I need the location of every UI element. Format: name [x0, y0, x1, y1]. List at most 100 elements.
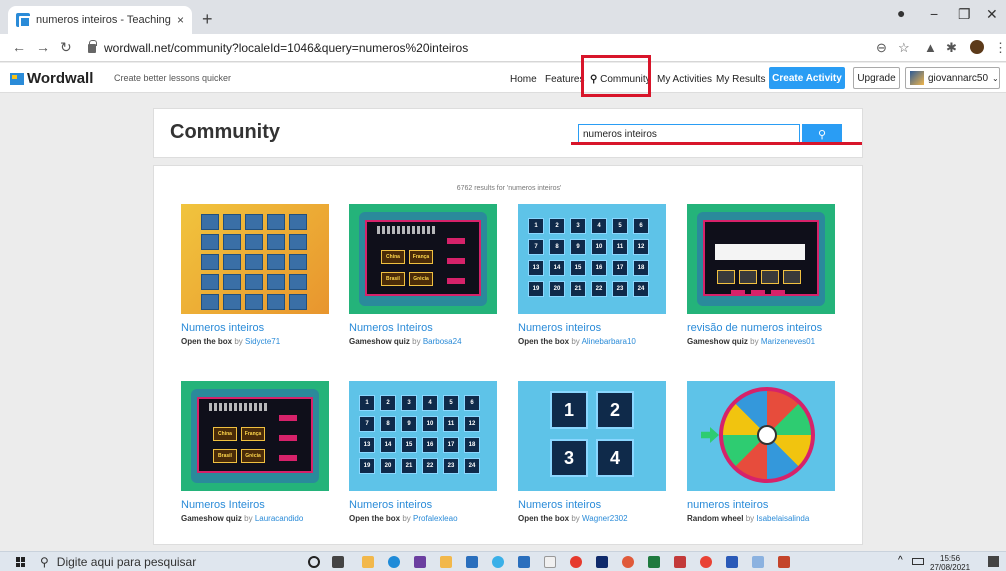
activity-card[interactable]: revisão de numeros inteiros Gameshow qui…	[687, 204, 837, 346]
number-box: 3	[570, 218, 586, 234]
paint-icon[interactable]	[492, 556, 504, 568]
notepad-icon[interactable]	[544, 556, 556, 568]
nav-features[interactable]: Features	[545, 74, 584, 85]
card-title[interactable]: numeros inteiros	[687, 499, 837, 511]
open-the-box-thumbnail[interactable]	[181, 204, 329, 314]
activity-card[interactable]: 1 2 3 4 5 6 7 8 9 10 11 12 13 14 15 16 17 18 19 20 21 22 23 24 …	[518, 204, 668, 346]
tray-chevron-up-icon[interactable]: ^	[898, 555, 903, 566]
chrome-icon[interactable]	[700, 556, 712, 568]
box-number: 2	[596, 391, 634, 429]
activity-type: Gameshow quiz	[181, 514, 242, 523]
random-wheel-thumbnail[interactable]	[687, 381, 835, 491]
activity-card[interactable]: 1 2 3 4 Numeros inteiros Open the box by…	[518, 381, 668, 523]
app-icon[interactable]	[622, 556, 634, 568]
card-title[interactable]: Numeros Inteiros	[181, 499, 331, 511]
chrome-profile-icon[interactable]: ●	[897, 5, 905, 21]
activity-card[interactable]: Numeros inteiros Open the box by Sidycte…	[181, 204, 331, 346]
opera-icon[interactable]	[570, 556, 582, 568]
sticky-notes-icon[interactable]	[440, 556, 452, 568]
powerpoint-icon[interactable]	[778, 556, 790, 568]
card-title[interactable]: Numeros inteiros	[349, 499, 499, 511]
mail-icon[interactable]	[466, 556, 478, 568]
app-icon[interactable]	[518, 556, 530, 568]
card-title[interactable]: Numeros Inteiros	[349, 322, 499, 334]
open-the-box-thumbnail[interactable]: 1 2 3 4 5 6 7 8 9 10 11 12 13 14 15 16 17 18 19 20 21 22 23 24	[518, 204, 666, 314]
back-arrow-icon[interactable]: ←	[12, 39, 26, 55]
gameshow-quiz-thumbnail[interactable]: China França Brasil Grécia	[181, 381, 329, 491]
forward-arrow-icon[interactable]: →	[36, 39, 50, 55]
open-the-box-thumbnail[interactable]: 1 2 3 4	[518, 381, 666, 491]
card-title[interactable]: Numeros inteiros	[518, 499, 668, 511]
user-menu[interactable]: giovannarc50 ⌄	[905, 67, 1000, 89]
activity-card[interactable]: 1 2 3 4 5 6 7 8 9 10 11 12 13 14 15 16 17 18 19 20 21 22 23 24 …	[349, 381, 499, 523]
profile-avatar-icon[interactable]	[970, 40, 984, 54]
card-title[interactable]: Numeros inteiros	[518, 322, 668, 334]
quiz-answer	[739, 270, 757, 284]
author-link[interactable]: Alinebarbara10	[582, 337, 636, 346]
author-link[interactable]: Sidycte71	[245, 337, 280, 346]
notifications-icon[interactable]	[988, 556, 999, 567]
author-link[interactable]: Wagner2302	[582, 514, 628, 523]
windows-start-icon[interactable]	[16, 557, 26, 567]
gmail-icon[interactable]	[674, 556, 686, 568]
excel-icon[interactable]	[648, 556, 660, 568]
new-tab-button[interactable]: +	[202, 9, 213, 30]
browser-tab[interactable]: numeros inteiros - Teaching reso ×	[8, 6, 192, 34]
store-icon[interactable]	[414, 556, 426, 568]
wordwall-logo[interactable]: Wordwall	[10, 70, 93, 87]
author-link[interactable]: Isabelaisalinda	[756, 514, 809, 523]
taskbar-clock[interactable]: 15:56 27/08/2021	[930, 554, 970, 571]
search-input[interactable]	[578, 124, 800, 144]
app-icon[interactable]	[752, 556, 764, 568]
open-the-box-thumbnail[interactable]: 1 2 3 4 5 6 7 8 9 10 11 12 13 14 15 16 17 18 19 20 21 22 23 24	[349, 381, 497, 491]
photoshop-icon[interactable]	[596, 556, 608, 568]
menu-kebab-icon[interactable]: ⋮	[994, 40, 1006, 56]
zoom-icon[interactable]: ⊖	[876, 40, 887, 56]
nav-home[interactable]: Home	[510, 74, 537, 85]
card-title[interactable]: Numeros inteiros	[181, 322, 331, 334]
number-box: 2	[380, 395, 396, 411]
activity-card[interactable]: China França Brasil Grécia Numeros Intei…	[349, 204, 499, 346]
activity-card[interactable]: China França Brasil Grécia Numeros Intei…	[181, 381, 331, 523]
quiz-answer: China	[381, 250, 405, 264]
nav-my-results[interactable]: My Results	[716, 74, 765, 85]
number-box: 11	[612, 239, 628, 255]
word-icon[interactable]	[726, 556, 738, 568]
create-activity-button[interactable]: Create Activity	[769, 67, 845, 89]
edge-icon[interactable]	[388, 556, 400, 568]
gameshow-quiz-thumbnail[interactable]	[687, 204, 835, 314]
number-box: 2	[549, 218, 565, 234]
gameshow-quiz-thumbnail[interactable]: China França Brasil Grécia	[349, 204, 497, 314]
close-window-button[interactable]: ✕	[986, 6, 998, 23]
results-panel: 6762 results for 'numeros inteiros' Nume…	[153, 165, 863, 545]
taskbar-search[interactable]: ⚲ Digite aqui para pesquisar	[40, 554, 280, 570]
cortana-icon[interactable]	[308, 556, 320, 568]
card-meta: Gameshow quiz by Marizeneves01	[687, 337, 837, 346]
task-view-icon[interactable]	[332, 556, 344, 568]
tab-close-icon[interactable]: ×	[177, 13, 184, 27]
author-link[interactable]: Marizeneves01	[761, 337, 815, 346]
card-meta: Gameshow quiz by Barbosa24	[349, 337, 499, 346]
battery-icon[interactable]	[912, 558, 924, 565]
bookmark-star-icon[interactable]: ☆	[898, 40, 910, 56]
minimize-button[interactable]: −	[930, 6, 938, 22]
box-icon	[267, 214, 285, 230]
drive-icon[interactable]: ▲	[924, 40, 937, 55]
upgrade-button[interactable]: Upgrade	[853, 67, 900, 89]
activity-card[interactable]: numeros inteiros Random wheel by Isabela…	[687, 381, 837, 523]
number-box: 22	[422, 458, 438, 474]
author-link[interactable]: Profalexleao	[413, 514, 457, 523]
card-title[interactable]: revisão de numeros inteiros	[687, 322, 837, 334]
search-button[interactable]: ⚲	[802, 124, 842, 144]
box-icon	[223, 234, 241, 250]
maximize-button[interactable]: ❐	[958, 6, 971, 23]
reload-icon[interactable]: ↻	[60, 39, 72, 56]
file-explorer-icon[interactable]	[362, 556, 374, 568]
extensions-puzzle-icon[interactable]: ✱	[946, 40, 957, 56]
url-field[interactable]: wordwall.net/community?localeId=1046&que…	[88, 38, 878, 58]
number-box: 8	[380, 416, 396, 432]
nav-my-activities[interactable]: My Activities	[657, 74, 712, 85]
activity-type: Open the box	[518, 514, 570, 523]
author-link[interactable]: Lauracandido	[255, 514, 303, 523]
author-link[interactable]: Barbosa24	[423, 337, 462, 346]
